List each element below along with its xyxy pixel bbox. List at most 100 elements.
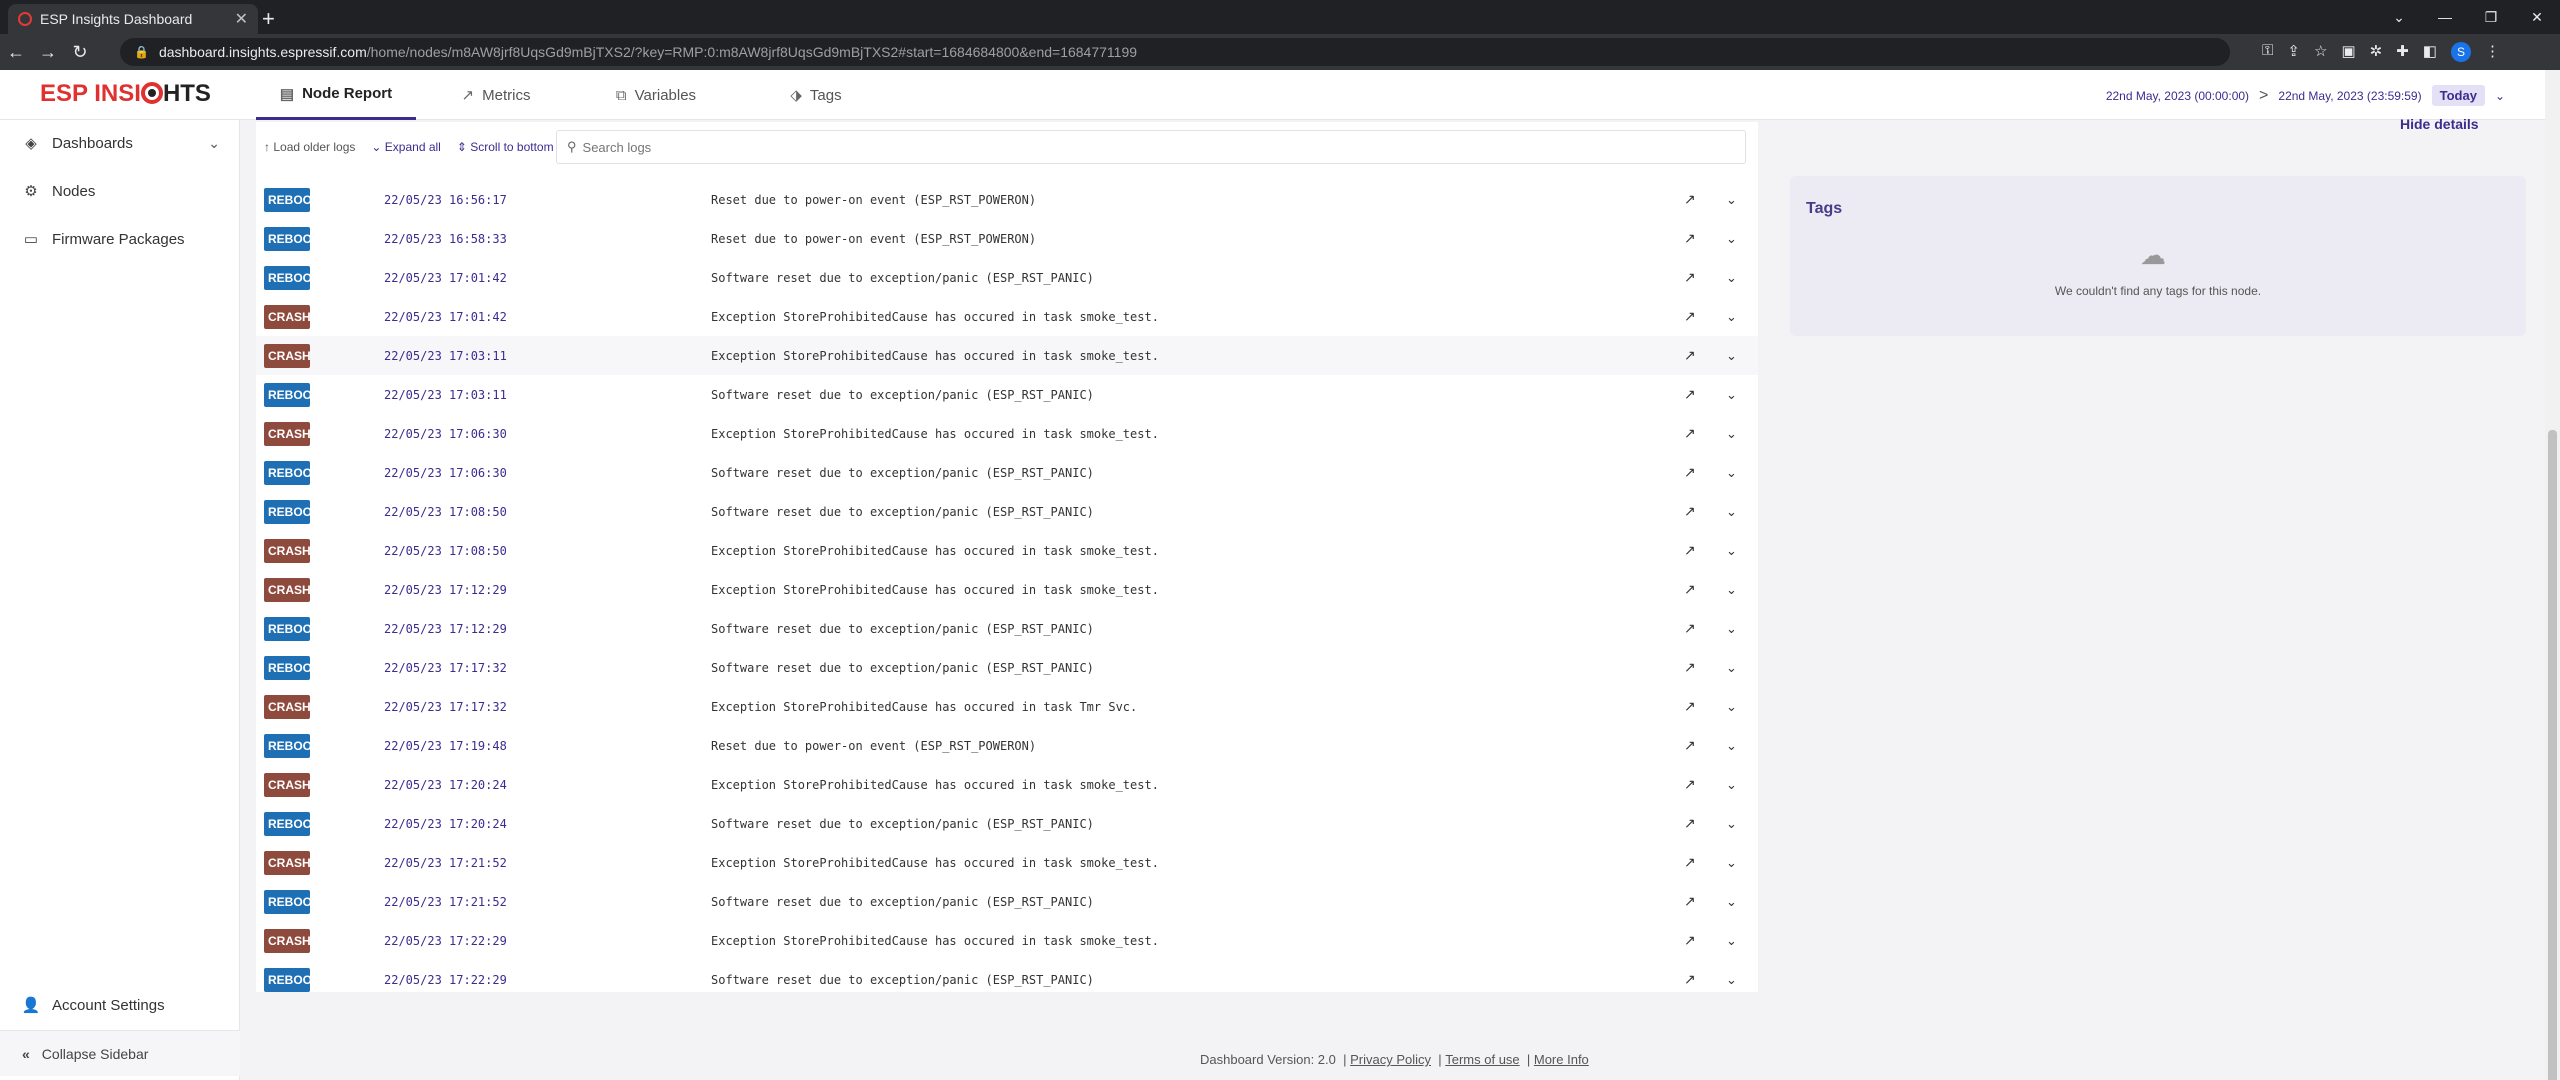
- date-range-picker[interactable]: 22nd May, 2023 (00:00:00) > 22nd May, 20…: [2106, 85, 2505, 106]
- log-row[interactable]: CRASH 22/05/23 17:06:30 Exception StorePro…: [256, 414, 1758, 453]
- trend-icon[interactable]: ↗: [1684, 776, 1696, 793]
- trend-icon[interactable]: ↗: [1684, 620, 1696, 637]
- browser-tab[interactable]: ESP Insights Dashboard ✕: [8, 4, 258, 34]
- chevron-down-icon[interactable]: ⌄: [1726, 465, 1737, 481]
- log-row[interactable]: CRASH 22/05/23 17:01:42 Exception StorePro…: [256, 297, 1758, 336]
- date-start[interactable]: 22nd May, 2023 (00:00:00): [2106, 89, 2249, 103]
- log-row[interactable]: REBOOT 22/05/23 17:22:29 Software reset du…: [256, 960, 1758, 999]
- trend-icon[interactable]: ↗: [1684, 737, 1696, 754]
- trend-icon[interactable]: ↗: [1684, 308, 1696, 325]
- chevron-down-icon[interactable]: ⌄: [1726, 894, 1737, 910]
- chevron-down-icon[interactable]: ⌄: [1726, 582, 1737, 598]
- forward-icon[interactable]: →: [32, 42, 64, 63]
- log-row[interactable]: REBOOT 22/05/23 16:58:33 Reset due to powe…: [256, 219, 1758, 258]
- search-logs-input[interactable]: [582, 139, 1745, 155]
- sidebar-item-nodes[interactable]: ⚙ Nodes: [20, 182, 220, 201]
- expand-all-button[interactable]: ⌄ Expand all: [363, 140, 448, 154]
- trend-icon[interactable]: ↗: [1684, 659, 1696, 676]
- log-row[interactable]: REBOOT 22/05/23 17:12:29 Software reset du…: [256, 609, 1758, 648]
- tab-node-report[interactable]: ▤ Node Report: [256, 70, 416, 120]
- reload-icon[interactable]: ↻: [64, 42, 96, 63]
- tab-variables[interactable]: ⧉ Variables: [576, 70, 736, 120]
- chevron-down-icon[interactable]: ⌄: [1726, 816, 1737, 832]
- chevron-down-icon[interactable]: ⌄: [1726, 855, 1737, 871]
- puzzle-icon[interactable]: ✚: [2396, 42, 2409, 62]
- more-info-link[interactable]: More Info: [1534, 1052, 1589, 1067]
- chevron-down-icon[interactable]: ⌄: [1726, 660, 1737, 676]
- trend-icon[interactable]: ↗: [1684, 425, 1696, 442]
- back-icon[interactable]: ←: [0, 42, 32, 63]
- trend-icon[interactable]: ↗: [1684, 698, 1696, 715]
- log-row[interactable]: CRASH 22/05/23 17:08:50 Exception StorePro…: [256, 531, 1758, 570]
- trend-icon[interactable]: ↗: [1684, 854, 1696, 871]
- chevron-down-icon[interactable]: ⌄: [1726, 738, 1737, 754]
- page-scrollbar[interactable]: [2545, 70, 2560, 1080]
- log-row[interactable]: REBOOT 22/05/23 17:19:48 Reset due to powe…: [256, 726, 1758, 765]
- log-row[interactable]: REBOOT 22/05/23 17:06:30 Software reset du…: [256, 453, 1758, 492]
- chevron-down-icon[interactable]: ⌄: [1726, 543, 1737, 559]
- trend-icon[interactable]: ↗: [1684, 269, 1696, 286]
- trend-icon[interactable]: ↗: [1684, 932, 1696, 949]
- new-tab-icon[interactable]: +: [262, 6, 275, 32]
- extension-icon[interactable]: ✲: [2370, 42, 2383, 62]
- log-row[interactable]: REBOOT 22/05/23 17:20:24 Software reset du…: [256, 804, 1758, 843]
- restore-icon[interactable]: ❐: [2468, 9, 2514, 26]
- key-icon[interactable]: ⚿: [2262, 42, 2273, 62]
- chevron-down-icon[interactable]: ⌄: [1726, 270, 1737, 286]
- trend-icon[interactable]: ↗: [1684, 464, 1696, 481]
- bookmark-star-icon[interactable]: ☆: [2314, 42, 2327, 62]
- log-row[interactable]: CRASH 22/05/23 17:21:52 Exception StorePro…: [256, 843, 1758, 882]
- trend-icon[interactable]: ↗: [1684, 230, 1696, 247]
- chevron-down-icon[interactable]: ⌄: [1726, 387, 1737, 403]
- trend-icon[interactable]: ↗: [1684, 971, 1696, 988]
- close-tab-icon[interactable]: ✕: [235, 9, 248, 29]
- sidebar-item-firmware-packages[interactable]: ▭ Firmware Packages: [20, 230, 220, 249]
- trend-icon[interactable]: ↗: [1684, 893, 1696, 910]
- scroll-to-bottom-button[interactable]: ⇕ Scroll to bottom: [449, 140, 562, 154]
- minimize-icon[interactable]: —: [2422, 9, 2468, 25]
- chevron-down-icon[interactable]: ⌄: [1726, 192, 1737, 208]
- collapse-sidebar-button[interactable]: « Collapse Sidebar: [0, 1030, 240, 1076]
- trend-icon[interactable]: ↗: [1684, 347, 1696, 364]
- chevron-down-icon[interactable]: ⌄: [1726, 777, 1737, 793]
- trend-icon[interactable]: ↗: [1684, 815, 1696, 832]
- chevron-down-icon[interactable]: ⌄: [208, 135, 220, 152]
- tab-tags[interactable]: ⬗ Tags: [736, 70, 896, 120]
- translate-icon[interactable]: ▣: [2341, 42, 2355, 62]
- log-row[interactable]: CRASH 22/05/23 17:22:29 Exception StorePro…: [256, 921, 1758, 960]
- chevron-down-icon[interactable]: ⌄: [1726, 621, 1737, 637]
- scrollbar-thumb[interactable]: [2548, 430, 2557, 1080]
- privacy-policy-link[interactable]: Privacy Policy: [1350, 1052, 1431, 1067]
- log-row[interactable]: REBOOT 22/05/23 17:01:42 Software reset du…: [256, 258, 1758, 297]
- log-row[interactable]: REBOOT 22/05/23 17:08:50 Software reset du…: [256, 492, 1758, 531]
- log-row[interactable]: REBOOT 22/05/23 17:03:11 Software reset du…: [256, 375, 1758, 414]
- esp-insights-logo[interactable]: ESP INSI HTS: [40, 80, 211, 108]
- log-row[interactable]: CRASH 22/05/23 17:17:32 Exception StorePro…: [256, 687, 1758, 726]
- today-button[interactable]: Today: [2431, 85, 2485, 106]
- log-row[interactable]: REBOOT 22/05/23 16:56:17 Reset due to powe…: [256, 180, 1758, 219]
- chevron-down-icon[interactable]: ⌄: [1726, 309, 1737, 325]
- chevron-down-icon[interactable]: ⌄: [1726, 348, 1737, 364]
- chevron-down-icon[interactable]: ⌄: [1726, 972, 1737, 988]
- chevron-down-icon[interactable]: ⌄: [1726, 426, 1737, 442]
- hide-details-link[interactable]: Hide details: [2400, 116, 2479, 132]
- log-row[interactable]: CRASH 22/05/23 17:20:24 Exception StorePro…: [256, 765, 1758, 804]
- profile-avatar[interactable]: S: [2450, 42, 2471, 62]
- tab-metrics[interactable]: ↗ Metrics: [416, 70, 576, 120]
- menu-kebab-icon[interactable]: ⋮: [2485, 42, 2500, 62]
- chevron-down-icon[interactable]: ⌄: [1726, 699, 1737, 715]
- close-window-icon[interactable]: ✕: [2514, 9, 2560, 26]
- log-row[interactable]: REBOOT 22/05/23 17:17:32 Software reset du…: [256, 648, 1758, 687]
- search-logs-box[interactable]: ⚲: [556, 130, 1746, 164]
- sidebar-item-dashboards[interactable]: ◈ Dashboards ⌄: [20, 134, 220, 153]
- trend-icon[interactable]: ↗: [1684, 503, 1696, 520]
- log-row[interactable]: CRASH 22/05/23 17:12:29 Exception StorePro…: [256, 570, 1758, 609]
- sidebar-item-account-settings[interactable]: 👤 Account Settings: [20, 996, 220, 1015]
- chevron-down-icon[interactable]: ⌄: [1726, 504, 1737, 520]
- load-older-logs-button[interactable]: ↑ Load older logs: [256, 140, 363, 154]
- log-row[interactable]: CRASH 22/05/23 17:03:11 Exception StorePro…: [256, 336, 1758, 375]
- tab-search-icon[interactable]: ⌄: [2376, 9, 2422, 26]
- terms-of-use-link[interactable]: Terms of use: [1445, 1052, 1519, 1067]
- log-row[interactable]: REBOOT 22/05/23 17:21:52 Software reset du…: [256, 882, 1758, 921]
- chevron-down-icon[interactable]: ⌄: [1726, 933, 1737, 949]
